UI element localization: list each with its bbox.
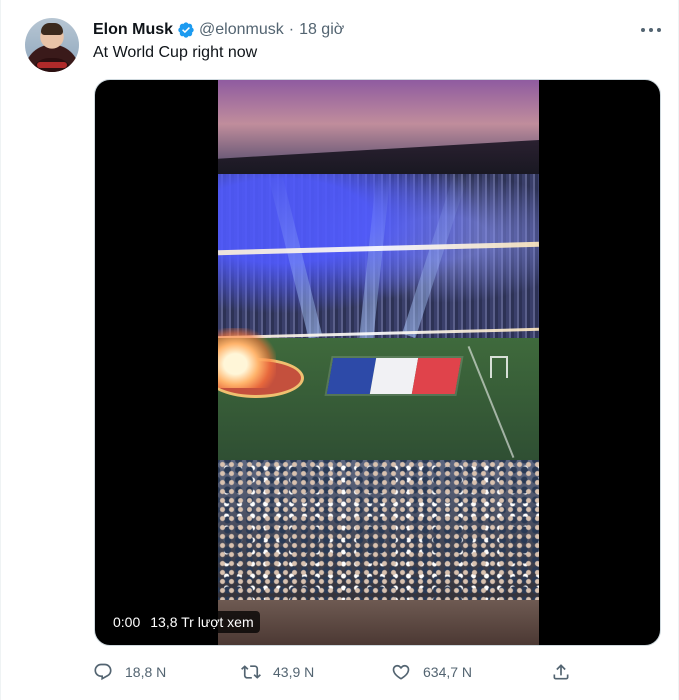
more-horizontal-icon[interactable] [641,22,661,38]
avatar-shirt [31,58,73,72]
share-icon [553,664,569,680]
separator-dot: · [288,21,295,38]
more-dot [649,28,653,32]
goal-post [490,356,508,378]
retweet-button[interactable]: 43,9 N [241,660,314,684]
reply-button[interactable]: 18,8 N [93,660,166,684]
flag-red-stripe [412,358,462,394]
tweet-text: At World Cup right now [93,44,258,61]
reply-icon [94,663,112,681]
avatar[interactable] [25,18,79,72]
flag-white-stripe [369,358,419,394]
tweet-card[interactable]: Elon Musk @elonmusk · 18 giờ At World Cu… [0,0,679,700]
retweet-icon [241,665,261,679]
video-info-overlay: 0:00 13,8 Tr lượt xem [107,611,260,633]
front-railing [218,600,539,645]
avatar-hair [41,23,63,35]
like-count: 634,7 N [423,664,473,680]
video-current-time: 0:00 [113,614,141,630]
author-handle[interactable]: @elonmusk [199,21,284,39]
heart-icon [392,664,410,680]
more-dot [657,28,661,32]
flag-blue-stripe [326,358,376,394]
verified-badge-icon [178,22,194,38]
tweet-header: Elon Musk @elonmusk · 18 giờ [93,19,344,41]
retweet-count: 43,9 N [273,664,315,680]
tweet-timestamp[interactable]: 18 giờ [299,21,344,39]
tweet-actions: 18,8 N 43,9 N 634,7 N [93,660,573,684]
pyrotechnics [218,328,276,388]
more-dot [641,28,645,32]
video-view-count: 13,8 Tr lượt xem [150,614,254,630]
author-name[interactable]: Elon Musk [93,21,173,39]
reply-count: 18,8 N [125,664,167,680]
like-button[interactable]: 634,7 N [391,660,472,684]
share-button[interactable] [551,660,571,684]
french-flag [326,358,462,394]
video-frame[interactable] [218,80,539,645]
video-player[interactable]: 0:00 13,8 Tr lượt xem [94,79,661,646]
